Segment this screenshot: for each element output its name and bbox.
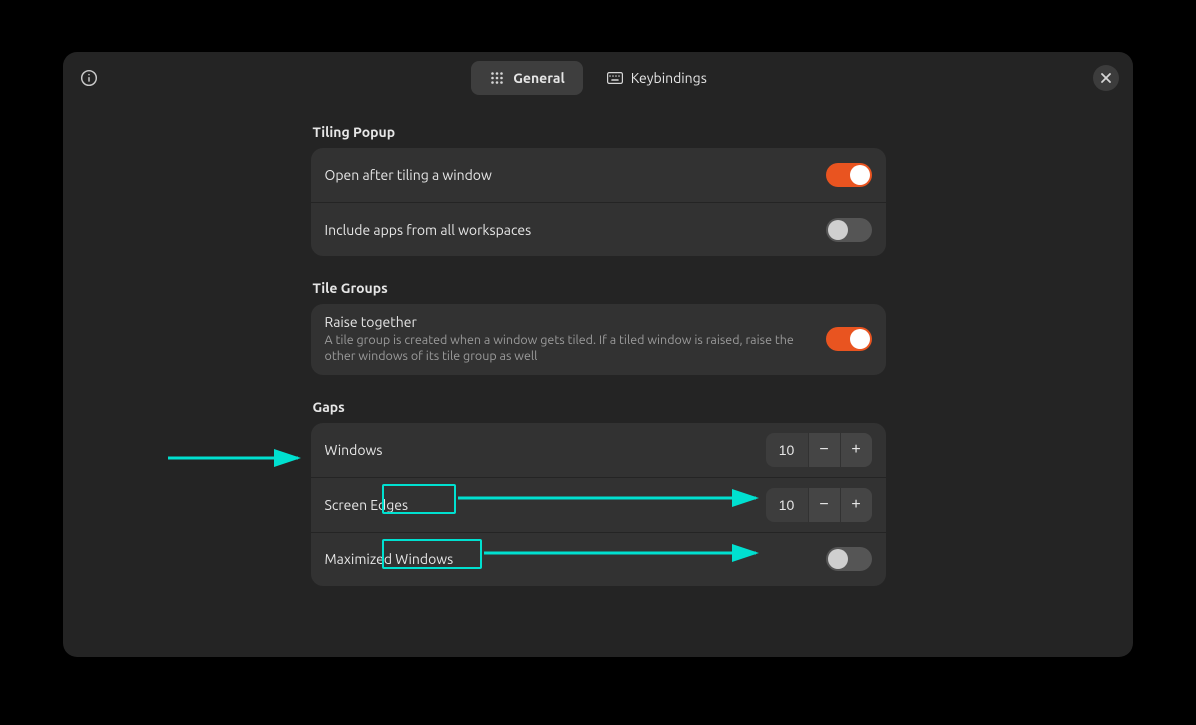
row-gap-screen-edges: Screen Edges − +: [311, 477, 886, 532]
toggle-gap-maximized[interactable]: [826, 547, 872, 571]
group-rows: Open after tiling a window Include apps …: [311, 148, 886, 256]
group-title: Tiling Popup: [311, 124, 886, 148]
row-label: Maximized Windows: [325, 551, 826, 567]
gap-screen-edges-decrement[interactable]: −: [808, 488, 840, 522]
header-bar: General Keybindings: [63, 52, 1133, 104]
stepper-gap-screen-edges: − +: [766, 488, 872, 522]
group-rows: Raise together A tile group is created w…: [311, 304, 886, 375]
row-include-all-workspaces: Include apps from all workspaces: [311, 202, 886, 256]
row-raise-together: Raise together A tile group is created w…: [311, 304, 886, 375]
row-subtitle: A tile group is created when a window ge…: [325, 332, 826, 365]
row-label: Raise together: [325, 314, 826, 330]
keyboard-icon: [607, 70, 623, 86]
gap-windows-input[interactable]: [766, 433, 808, 467]
tab-general[interactable]: General: [471, 61, 583, 95]
row-label: Screen Edges: [325, 497, 766, 513]
row-gap-windows: Windows − +: [311, 423, 886, 477]
group-tiling-popup: Tiling Popup Open after tiling a window …: [311, 124, 886, 256]
group-gaps: Gaps Windows − + Scree: [311, 399, 886, 586]
row-label: Open after tiling a window: [325, 167, 826, 183]
about-button[interactable]: [77, 66, 101, 90]
row-gap-maximized: Maximized Windows: [311, 532, 886, 586]
row-label: Windows: [325, 442, 766, 458]
tab-keybindings[interactable]: Keybindings: [589, 61, 725, 95]
group-title: Gaps: [311, 399, 886, 423]
toggle-include-all-workspaces[interactable]: [826, 218, 872, 242]
preferences-page: Tiling Popup Open after tiling a window …: [311, 124, 886, 586]
group-rows: Windows − + Screen Edges: [311, 423, 886, 586]
view-switcher: General Keybindings: [471, 61, 725, 95]
gap-windows-decrement[interactable]: −: [808, 433, 840, 467]
grid-icon: [489, 70, 505, 86]
row-label: Include apps from all workspaces: [325, 222, 826, 238]
stepper-gap-windows: − +: [766, 433, 872, 467]
row-open-after-tiling: Open after tiling a window: [311, 148, 886, 202]
tab-general-label: General: [513, 70, 565, 86]
toggle-raise-together[interactable]: [826, 327, 872, 351]
gap-screen-edges-increment[interactable]: +: [840, 488, 872, 522]
toggle-open-after-tiling[interactable]: [826, 163, 872, 187]
group-title: Tile Groups: [311, 280, 886, 304]
tab-keybindings-label: Keybindings: [631, 70, 707, 86]
group-tile-groups: Tile Groups Raise together A tile group …: [311, 280, 886, 375]
content-area: Tiling Popup Open after tiling a window …: [63, 104, 1133, 657]
close-button[interactable]: [1093, 65, 1119, 91]
gap-screen-edges-input[interactable]: [766, 488, 808, 522]
settings-window: General Keybindings: [63, 52, 1133, 657]
gap-windows-increment[interactable]: +: [840, 433, 872, 467]
